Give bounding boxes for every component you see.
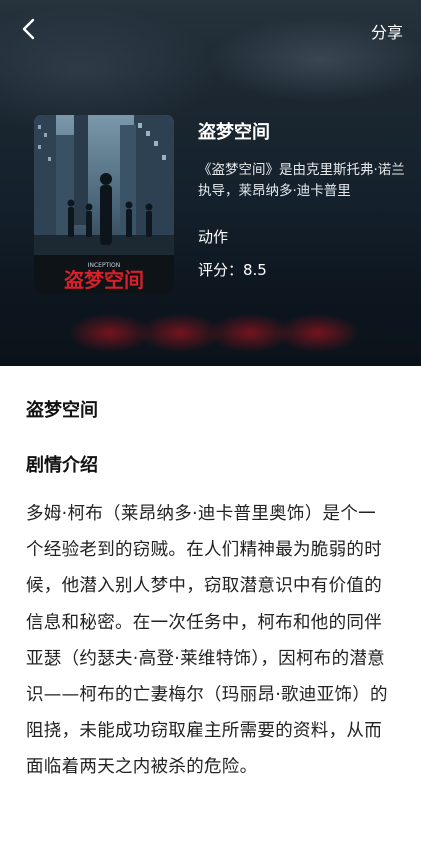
share-button[interactable]: 分享	[371, 19, 403, 43]
synopsis-heading: 剧情介绍	[26, 455, 98, 476]
chevron-left-icon	[22, 18, 35, 40]
poster-title-text: 盗梦空间	[64, 268, 144, 292]
movie-rating: 评分：8.5	[198, 261, 267, 279]
synopsis-text: 多姆·柯布（莱昂纳多·迪卡普里奥饰）是个一个经验老到的窃贼。在人们精神最为脆弱的…	[26, 504, 388, 778]
content-title: 盗梦空间	[26, 400, 98, 421]
poster-image: INCEPTION 盗梦空间	[34, 115, 174, 293]
movie-description: 《盗梦空间》是由克里斯托弗·诺兰执导，莱昂纳多·迪卡普里	[198, 162, 405, 199]
movie-poster[interactable]: INCEPTION 盗梦空间	[34, 115, 174, 293]
movie-title: 盗梦空间	[198, 122, 270, 143]
movie-genre: 动作	[198, 228, 229, 246]
movie-detail-screen: 分享 INCEPTION 盗梦空间 盗梦空间 《盗梦空间》是由克里斯托弗·诺兰执…	[0, 0, 421, 847]
nav-bar: 分享	[0, 0, 421, 60]
back-button[interactable]	[14, 14, 46, 46]
hero-header: 分享 INCEPTION 盗梦空间 盗梦空间 《盗梦空间》是由克里斯托弗·诺兰执…	[0, 0, 421, 366]
